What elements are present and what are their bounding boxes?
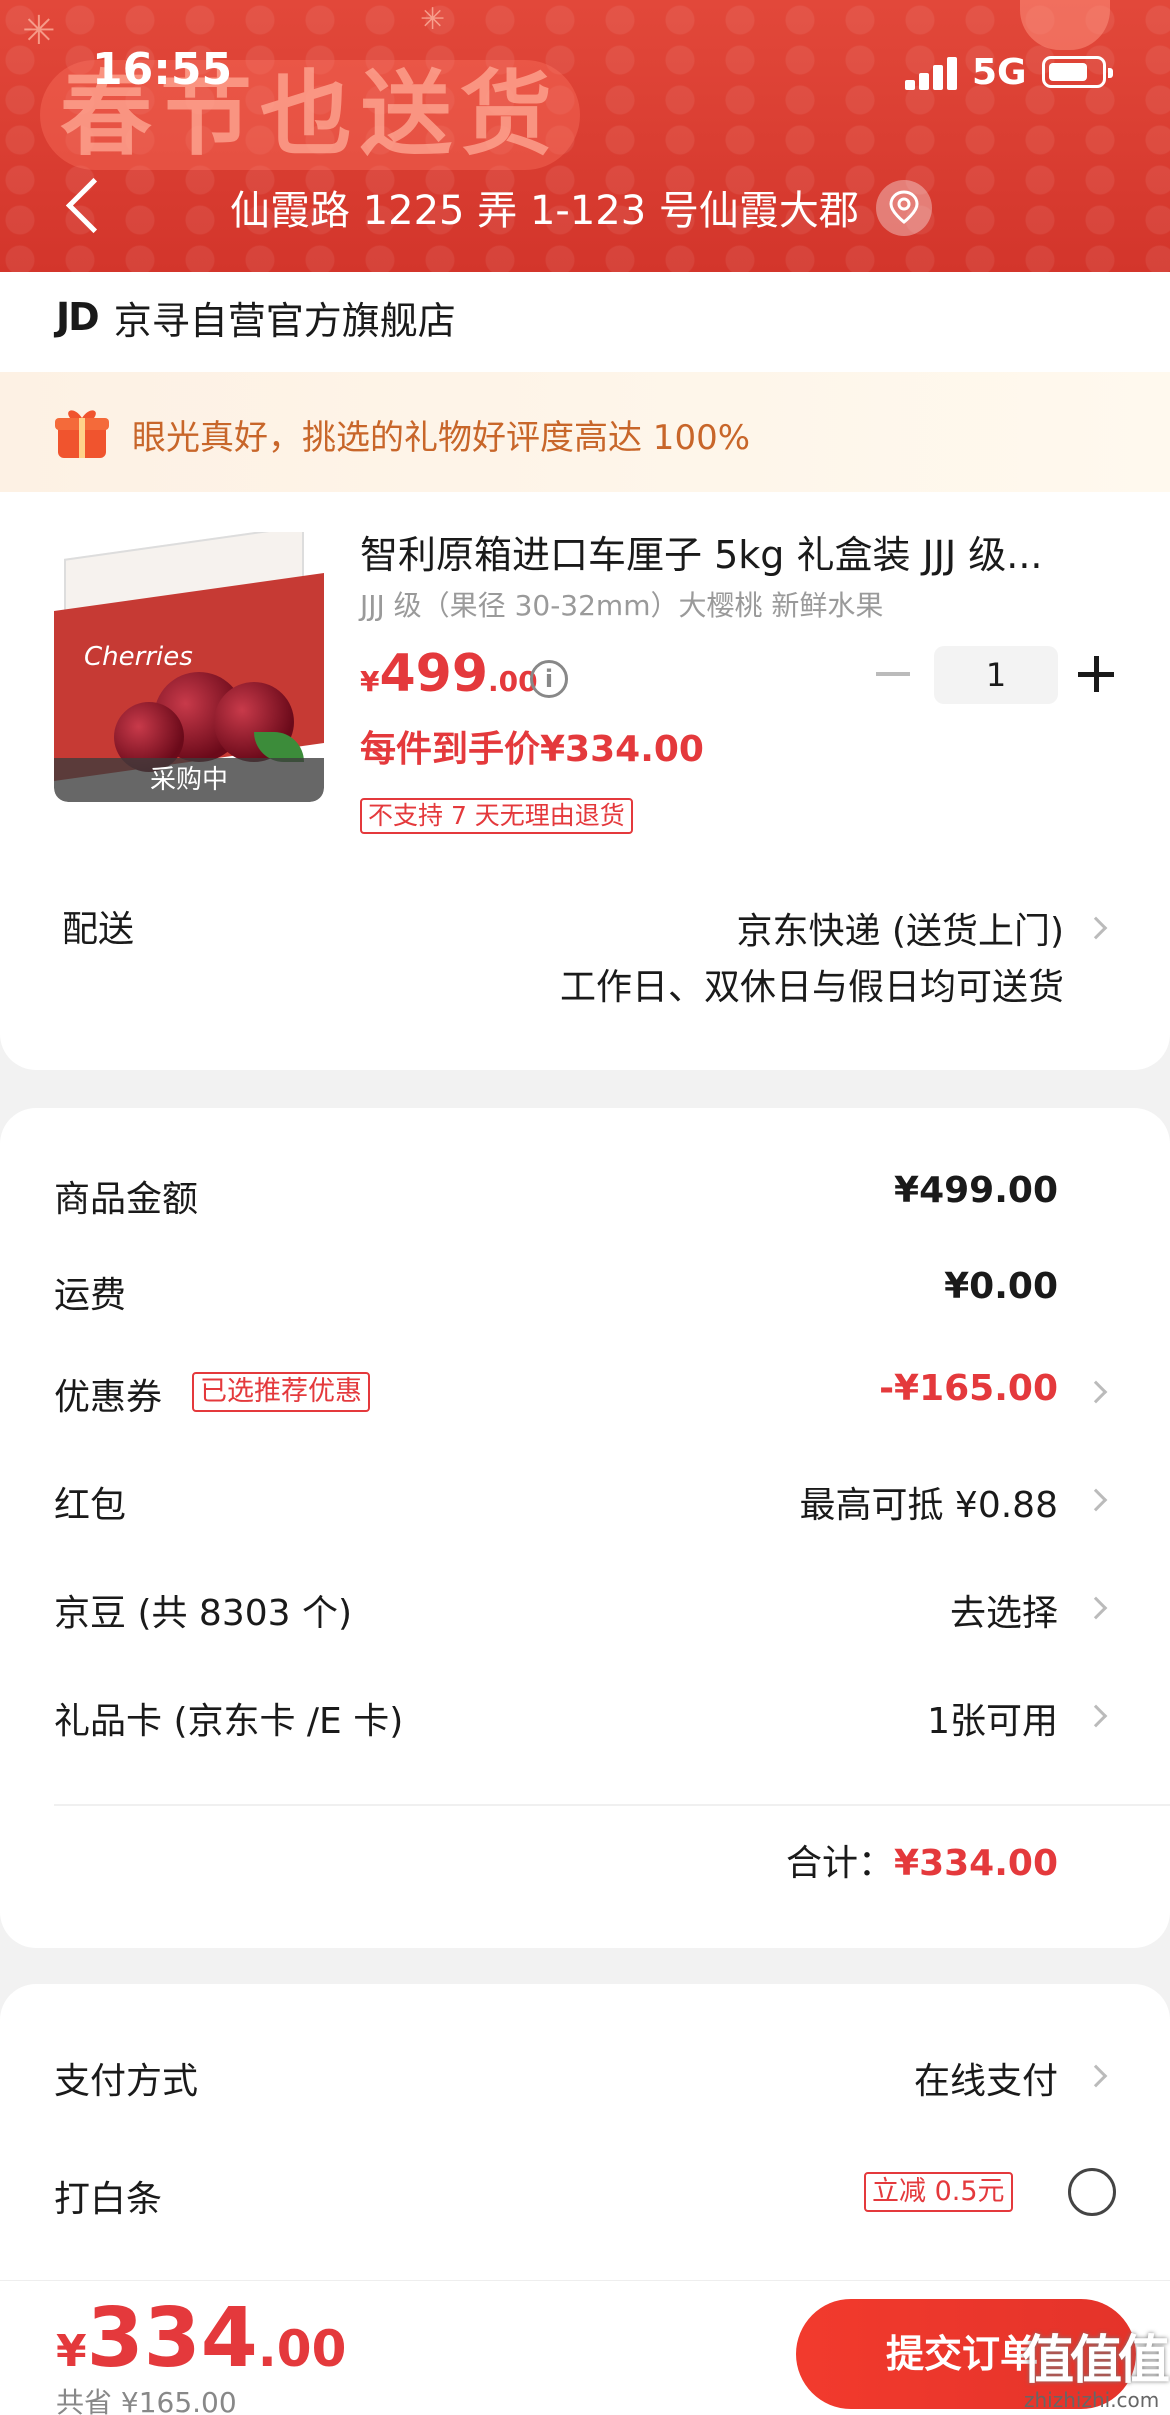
summary-row-label: 商品金额 — [54, 1179, 199, 1220]
shop-name: 京寻自营官方旗舰店 — [113, 298, 456, 343]
status-time: 16:55 — [92, 44, 233, 95]
jd-beans-value[interactable]: 去选择 — [950, 1584, 1058, 1636]
red-packet-value[interactable]: 最高可抵 ¥0.88 — [799, 1476, 1058, 1528]
product-card: JD 京寻自营官方旗舰店 眼光真好，挑选的礼物好评度高达 100% Cherri… — [0, 272, 1170, 1070]
chevron-right-icon[interactable] — [1084, 916, 1108, 940]
summary-row-label: 京豆 (共 8303 个) — [54, 1593, 353, 1634]
total-label: 合计： — [786, 1843, 895, 1884]
firework-icon: ✳ — [22, 8, 56, 54]
bottom-bar: ¥ 334 .00 共省 ¥165.00 提交订单 — [0, 2280, 1170, 2415]
product-title[interactable]: 智利原箱进口车厘子 5kg 礼盒装 JJJ 级... — [360, 524, 1080, 579]
chevron-right-icon[interactable] — [1084, 1488, 1108, 1512]
summary-row-label: 礼品卡 (京东卡 /E 卡) — [54, 1701, 404, 1742]
summary-row-label: 运费 — [54, 1275, 127, 1316]
back-button[interactable] — [58, 170, 108, 240]
final-price: 每件到手价¥334.00 — [360, 729, 704, 770]
delivery-label: 配送 — [62, 909, 135, 950]
bottom-total-price: ¥ 334 .00 — [56, 2291, 347, 2386]
quantity-increase-button[interactable] — [1078, 656, 1114, 692]
payment-card: 支付方式 在线支付 打白条 立减 0.5元 — [0, 1984, 1170, 2284]
price-summary-card: 商品金额 ¥499.00 运费 ¥0.00 优惠券 已选推荐优惠 -¥165.0… — [0, 1108, 1170, 1948]
promo-text: 眼光真好，挑选的礼物好评度高达 100% — [132, 418, 751, 458]
firework-icon: ✳ — [420, 2, 446, 37]
total-value: ¥334.00 — [894, 1843, 1058, 1884]
baitiao-discount-tag: 立减 0.5元 — [864, 2172, 1013, 2212]
gift-icon — [55, 410, 109, 458]
signal-icon — [905, 56, 959, 90]
chevron-right-icon[interactable] — [1084, 1380, 1108, 1404]
info-icon[interactable]: i — [530, 660, 568, 698]
quantity-stepper[interactable]: 1 — [934, 646, 1058, 704]
quantity-decrease-button[interactable] — [876, 672, 910, 676]
product-image[interactable]: Cherries 采购中 — [54, 532, 324, 802]
chevron-right-icon[interactable] — [1084, 1704, 1108, 1728]
network-type: 5G — [972, 52, 1027, 93]
summary-row-label: 优惠券 — [54, 1377, 163, 1418]
shop-row[interactable]: JD 京寻自营官方旗舰店 — [56, 282, 456, 352]
summary-row-value: ¥499.00 — [894, 1170, 1058, 1211]
delivery-address[interactable]: 仙霞路 1225 弄 1-123 号仙霞大郡 — [230, 178, 859, 236]
chevron-right-icon[interactable] — [1084, 2064, 1108, 2088]
watermark-url: zhizhizhi.com — [1024, 2388, 1160, 2412]
location-pin-icon[interactable] — [876, 180, 932, 236]
watermark-logo: 值值值 — [1022, 2331, 1170, 2391]
jd-logo: JD — [56, 295, 100, 339]
baitiao-radio[interactable] — [1068, 2168, 1116, 2216]
divider — [54, 1804, 1170, 1806]
payment-method-label: 支付方式 — [54, 2061, 199, 2102]
gift-card-value[interactable]: 1张可用 — [927, 1692, 1058, 1744]
return-policy-tag: 不支持 7 天无理由退货 — [360, 798, 633, 834]
delivery-method[interactable]: 京东快递 (送货上门) — [736, 902, 1064, 954]
product-image-label: Cherries — [84, 642, 193, 672]
purchasing-badge: 采购中 — [54, 758, 324, 802]
summary-row-label: 红包 — [54, 1485, 127, 1526]
chevron-right-icon[interactable] — [1084, 1596, 1108, 1620]
saved-amount: 共省 ¥165.00 — [56, 2386, 237, 2415]
baitiao-label: 打白条 — [54, 2179, 163, 2220]
summary-row-value: ¥0.00 — [944, 1266, 1058, 1307]
coupon-tag: 已选推荐优惠 — [192, 1372, 370, 1412]
header: 春节也送货 ✳ ✳ 16:55 5G 仙霞路 1225 弄 1-123 号仙霞大… — [0, 0, 1170, 272]
battery-icon — [1042, 56, 1113, 88]
coupon-value[interactable]: -¥165.00 — [879, 1368, 1058, 1409]
product-price: ¥ 499 .00 — [360, 644, 538, 704]
product-spec: JJJ 级（果径 30-32mm）大樱桃 新鲜水果 — [360, 589, 884, 622]
delivery-schedule: 工作日、双休日与假日均可送货 — [559, 967, 1064, 1008]
cloud-decoration-icon — [1020, 0, 1110, 50]
promo-banner: 眼光真好，挑选的礼物好评度高达 100% — [0, 372, 1170, 492]
total-row: 合计：¥334.00 — [786, 1834, 1058, 1886]
payment-method-value[interactable]: 在线支付 — [914, 2052, 1058, 2104]
